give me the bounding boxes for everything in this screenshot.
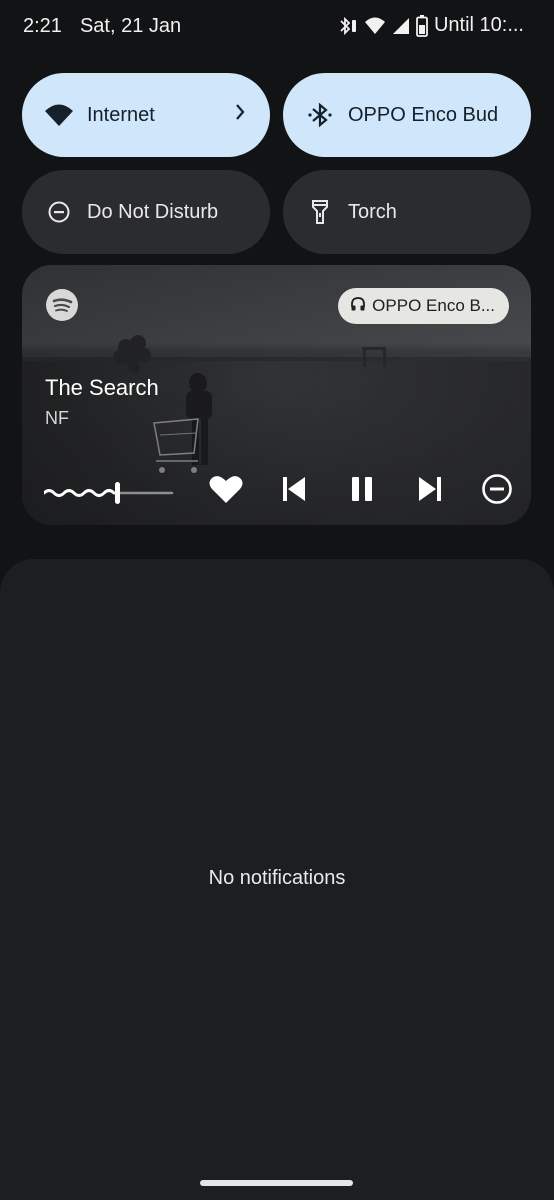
output-device-label: OPPO Enco B... — [372, 296, 495, 315]
wifi-status-icon — [364, 16, 386, 36]
tile-internet[interactable]: Internet — [22, 73, 270, 157]
status-left: 2:21 Sat, 21 Jan — [23, 15, 181, 38]
skip-previous-icon — [282, 476, 306, 507]
notification-shade: 2:21 Sat, 21 Jan Until 10:... Internet O… — [0, 0, 554, 1200]
previous-button[interactable] — [274, 471, 314, 511]
pause-button[interactable] — [342, 471, 382, 511]
track-title: The Search — [45, 375, 159, 400]
seek-bar[interactable] — [42, 478, 174, 508]
flashlight-icon — [305, 197, 335, 227]
skip-next-icon — [418, 476, 442, 507]
dnd-icon — [44, 197, 74, 227]
battery-icon — [416, 14, 428, 37]
like-button[interactable] — [206, 471, 246, 511]
remove-from-queue-button[interactable] — [477, 471, 517, 511]
tile-do-not-disturb[interactable]: Do Not Disturb — [22, 170, 270, 254]
tile-torch-label: Torch — [348, 200, 397, 223]
notifications-panel: No notifications — [0, 559, 554, 1200]
output-device-chip[interactable]: OPPO Enco B... — [338, 288, 509, 324]
spotify-icon — [46, 289, 78, 321]
clock: 2:21 — [23, 15, 62, 37]
tile-bluetooth[interactable]: OPPO Enco Bud — [283, 73, 531, 157]
chevron-right-icon — [234, 103, 246, 126]
battery-text: Until 10:... — [433, 14, 524, 36]
no-notifications-text: No notifications — [208, 867, 346, 889]
tile-dnd-label: Do Not Disturb — [87, 200, 219, 223]
next-button[interactable] — [410, 471, 450, 511]
headphones-icon — [350, 296, 366, 317]
wifi-icon — [44, 100, 74, 130]
track-artist: NF — [45, 408, 69, 428]
bluetooth-icon — [305, 100, 335, 130]
home-gesture-bar[interactable] — [200, 1180, 353, 1186]
tile-torch[interactable]: Torch — [283, 170, 531, 254]
tile-bluetooth-label: OPPO Enco Bud — [348, 103, 499, 126]
date: Sat, 21 Jan — [79, 15, 182, 37]
status-right: Until 10:... — [336, 14, 524, 37]
media-player-card[interactable]: OPPO Enco B... The Search NF — [22, 265, 531, 525]
bluetooth-battery-icon — [336, 15, 358, 37]
signal-icon — [392, 17, 410, 35]
heart-icon — [209, 474, 243, 509]
minus-circle-icon — [481, 473, 513, 510]
status-bar: 2:21 Sat, 21 Jan Until 10:... — [0, 0, 554, 56]
tile-internet-label: Internet — [87, 103, 155, 126]
pause-icon — [351, 476, 373, 507]
